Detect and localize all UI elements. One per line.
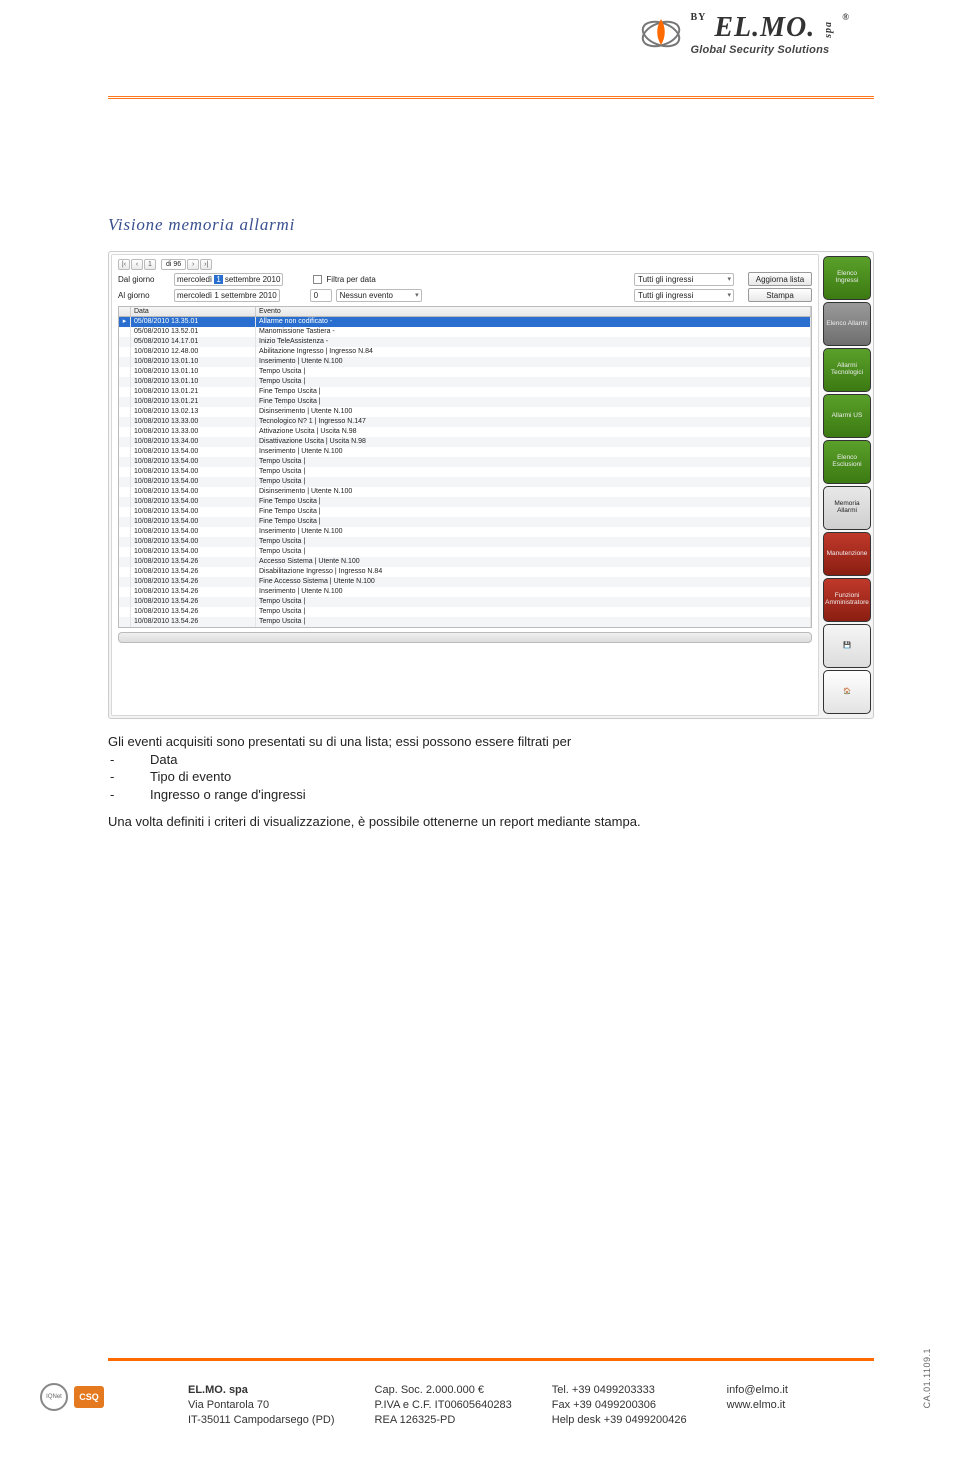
logo-mark-icon xyxy=(640,13,682,55)
from-label: Dal giorno xyxy=(118,275,170,284)
nav-next-button[interactable]: › xyxy=(187,259,199,270)
csq-badge-icon: CSQ xyxy=(74,1386,104,1408)
reg-icon: ® xyxy=(842,12,850,22)
table-row[interactable]: 10/08/2010 13.54.00Tempo Uscita | xyxy=(119,477,811,487)
table-row[interactable]: 05/08/2010 13.52.01Manomissione Tastiera… xyxy=(119,327,811,337)
para-1: Gli eventi acquisiti sono presentati su … xyxy=(108,733,874,751)
print-button[interactable]: Stampa xyxy=(748,288,812,302)
footer-col-2: Cap. Soc. 2.000.000 € P.IVA e C.F. IT006… xyxy=(375,1383,512,1428)
to-date-input[interactable]: mercoledì 1 settembre 2010 xyxy=(174,289,280,302)
bullet-data: Data xyxy=(150,751,177,769)
table-row[interactable]: 05/08/2010 14.17.01Inizio TeleAssistenza… xyxy=(119,337,811,347)
brand-name: EL.MO. xyxy=(714,12,815,43)
record-nav: |‹ ‹ 1 di 96 › ›| xyxy=(118,259,812,272)
ingress-select-1[interactable]: Tutti gli ingressi xyxy=(634,273,734,286)
sidebar-button[interactable]: Manutenzione xyxy=(823,532,871,576)
table-row[interactable]: 10/08/2010 13.54.00Inserimento | Utente … xyxy=(119,527,811,537)
sidebar-button[interactable]: Allarmi Tecnologici xyxy=(823,348,871,392)
sidebar: Elenco IngressiElenco AllarmiAllarmi Tec… xyxy=(823,254,871,716)
bullet-ingress: Ingresso o range d'ingressi xyxy=(150,786,306,804)
brand-by: BY xyxy=(690,12,706,23)
document-code: CA.01.1109.1 xyxy=(922,1348,932,1408)
sidebar-button[interactable]: Elenco Ingressi xyxy=(823,256,871,300)
bullet-event-type: Tipo di evento xyxy=(150,768,231,786)
to-label: Al giorno xyxy=(118,291,170,300)
table-row[interactable]: 10/08/2010 13.01.10Tempo Uscita | xyxy=(119,377,811,387)
table-row[interactable]: 10/08/2010 13.54.26Accesso Sistema | Ute… xyxy=(119,557,811,567)
table-row[interactable]: 10/08/2010 13.01.10Tempo Uscita | xyxy=(119,367,811,377)
event-number-input[interactable]: 0 xyxy=(310,289,332,302)
iqnet-badge-icon: IQNet xyxy=(40,1383,68,1411)
footer-divider xyxy=(108,1358,874,1360)
table-row[interactable]: 10/08/2010 13.54.26Tempo Uscita | xyxy=(119,617,811,627)
brand-tagline: Global Security Solutions xyxy=(690,44,829,56)
main-panel: |‹ ‹ 1 di 96 › ›| Dal giorno mercoledì 1… xyxy=(111,254,819,716)
nav-prev-button[interactable]: ‹ xyxy=(131,259,143,270)
brand-logo: BY EL.MO. spa ® Global Security Solution… xyxy=(640,12,850,56)
table-row[interactable]: 10/08/2010 13.54.00Tempo Uscita | xyxy=(119,467,811,477)
table-row[interactable]: 10/08/2010 13.54.00Fine Tempo Uscita | xyxy=(119,517,811,527)
grid-body: ▸05/08/2010 13.35.01Allarme non codifica… xyxy=(119,317,811,627)
table-row[interactable]: 10/08/2010 13.54.00Disinserimento | Uten… xyxy=(119,487,811,497)
table-row[interactable]: 10/08/2010 13.54.00Tempo Uscita | xyxy=(119,547,811,557)
refresh-button[interactable]: Aggiorna lista xyxy=(748,272,812,286)
table-row[interactable]: 10/08/2010 12.48.00Abilitazione Ingresso… xyxy=(119,347,811,357)
table-row[interactable]: 10/08/2010 13.34.00Disattivazione Uscita… xyxy=(119,437,811,447)
grid-header: Data Evento xyxy=(119,307,811,317)
table-row[interactable]: 10/08/2010 13.54.00Inserimento | Utente … xyxy=(119,447,811,457)
filter-date-label: Filtra per data xyxy=(326,275,375,284)
col-date-header[interactable]: Data xyxy=(131,307,256,316)
page-header: BY EL.MO. spa ® Global Security Solution… xyxy=(0,12,960,56)
event-type-select[interactable]: Nessun evento xyxy=(336,289,422,302)
event-grid: Data Evento ▸05/08/2010 13.35.01Allarme … xyxy=(118,306,812,628)
page-content: Visione memoria allarmi |‹ ‹ 1 di 96 › ›… xyxy=(108,215,874,831)
footer-col-3: Tel. +39 0499203333 Fax +39 0499200306 H… xyxy=(552,1383,687,1428)
col-event-header[interactable]: Evento xyxy=(256,307,811,316)
sidebar-button[interactable]: Funzioni Amministratore xyxy=(823,578,871,622)
nav-last-button[interactable]: ›| xyxy=(200,259,212,270)
sidebar-button[interactable]: Memoria Allarmi xyxy=(823,486,871,530)
sidebar-button[interactable]: 🏠 xyxy=(823,670,871,714)
table-row[interactable]: 10/08/2010 13.02.13Disinserimento | Uten… xyxy=(119,407,811,417)
table-row[interactable]: 10/08/2010 13.54.00Fine Tempo Uscita | xyxy=(119,507,811,517)
brand-text: BY EL.MO. spa ® Global Security Solution… xyxy=(690,12,850,56)
para-2: Una volta definiti i criteri di visualiz… xyxy=(108,813,874,831)
table-row[interactable]: 10/08/2010 13.01.21Fine Tempo Uscita | xyxy=(119,387,811,397)
table-row[interactable]: 10/08/2010 13.54.00Tempo Uscita | xyxy=(119,537,811,547)
cert-badges: IQNet CSQ xyxy=(40,1383,104,1411)
page-footer: IQNet CSQ EL.MO. spa Via Pontarola 70 IT… xyxy=(40,1383,920,1428)
sidebar-button[interactable]: Elenco Allarmi xyxy=(823,302,871,346)
sidebar-button[interactable]: 💾 xyxy=(823,624,871,668)
brand-suffix: spa xyxy=(823,21,834,38)
app-screenshot: |‹ ‹ 1 di 96 › ›| Dal giorno mercoledì 1… xyxy=(108,251,874,719)
table-row[interactable]: 10/08/2010 13.01.10Inserimento | Utente … xyxy=(119,357,811,367)
from-date-input[interactable]: mercoledì 1 settembre 2010 xyxy=(174,273,283,286)
horizontal-scrollbar[interactable] xyxy=(118,632,812,643)
footer-col-4: info@elmo.it www.elmo.it xyxy=(727,1383,788,1428)
table-row[interactable]: 10/08/2010 13.54.26Fine Accesso Sistema … xyxy=(119,577,811,587)
section-title: Visione memoria allarmi xyxy=(108,215,874,235)
table-row[interactable]: 10/08/2010 13.54.00Tempo Uscita | xyxy=(119,457,811,467)
filter-bar: |‹ ‹ 1 di 96 › ›| Dal giorno mercoledì 1… xyxy=(112,255,818,306)
table-row[interactable]: 10/08/2010 13.54.26Inserimento | Utente … xyxy=(119,587,811,597)
table-row[interactable]: 10/08/2010 13.33.00Attivazione Uscita | … xyxy=(119,427,811,437)
description-text: Gli eventi acquisiti sono presentati su … xyxy=(108,733,874,831)
record-counter: di 96 xyxy=(161,259,186,270)
footer-col-1: EL.MO. spa Via Pontarola 70 IT-35011 Cam… xyxy=(188,1383,335,1428)
table-row[interactable]: 10/08/2010 13.33.00Tecnologico N? 1 | In… xyxy=(119,417,811,427)
table-row[interactable]: 10/08/2010 13.54.26Tempo Uscita | xyxy=(119,597,811,607)
table-row[interactable]: 10/08/2010 13.01.21Fine Tempo Uscita | xyxy=(119,397,811,407)
table-row[interactable]: 10/08/2010 13.54.26Tempo Uscita | xyxy=(119,607,811,617)
footer-columns: EL.MO. spa Via Pontarola 70 IT-35011 Cam… xyxy=(128,1383,920,1428)
nav-first-button[interactable]: |‹ xyxy=(118,259,130,270)
filter-date-checkbox[interactable] xyxy=(313,275,322,284)
table-row[interactable]: 10/08/2010 13.54.00Fine Tempo Uscita | xyxy=(119,497,811,507)
ingress-select-2[interactable]: Tutti gli ingressi xyxy=(634,289,734,302)
sidebar-button[interactable]: Allarmi US xyxy=(823,394,871,438)
table-row[interactable]: 10/08/2010 13.54.26Disabilitazione Ingre… xyxy=(119,567,811,577)
nav-record: 1 xyxy=(144,259,156,270)
header-divider xyxy=(108,96,874,99)
table-row[interactable]: ▸05/08/2010 13.35.01Allarme non codifica… xyxy=(119,317,811,327)
sidebar-button[interactable]: Elenco Esclusioni xyxy=(823,440,871,484)
